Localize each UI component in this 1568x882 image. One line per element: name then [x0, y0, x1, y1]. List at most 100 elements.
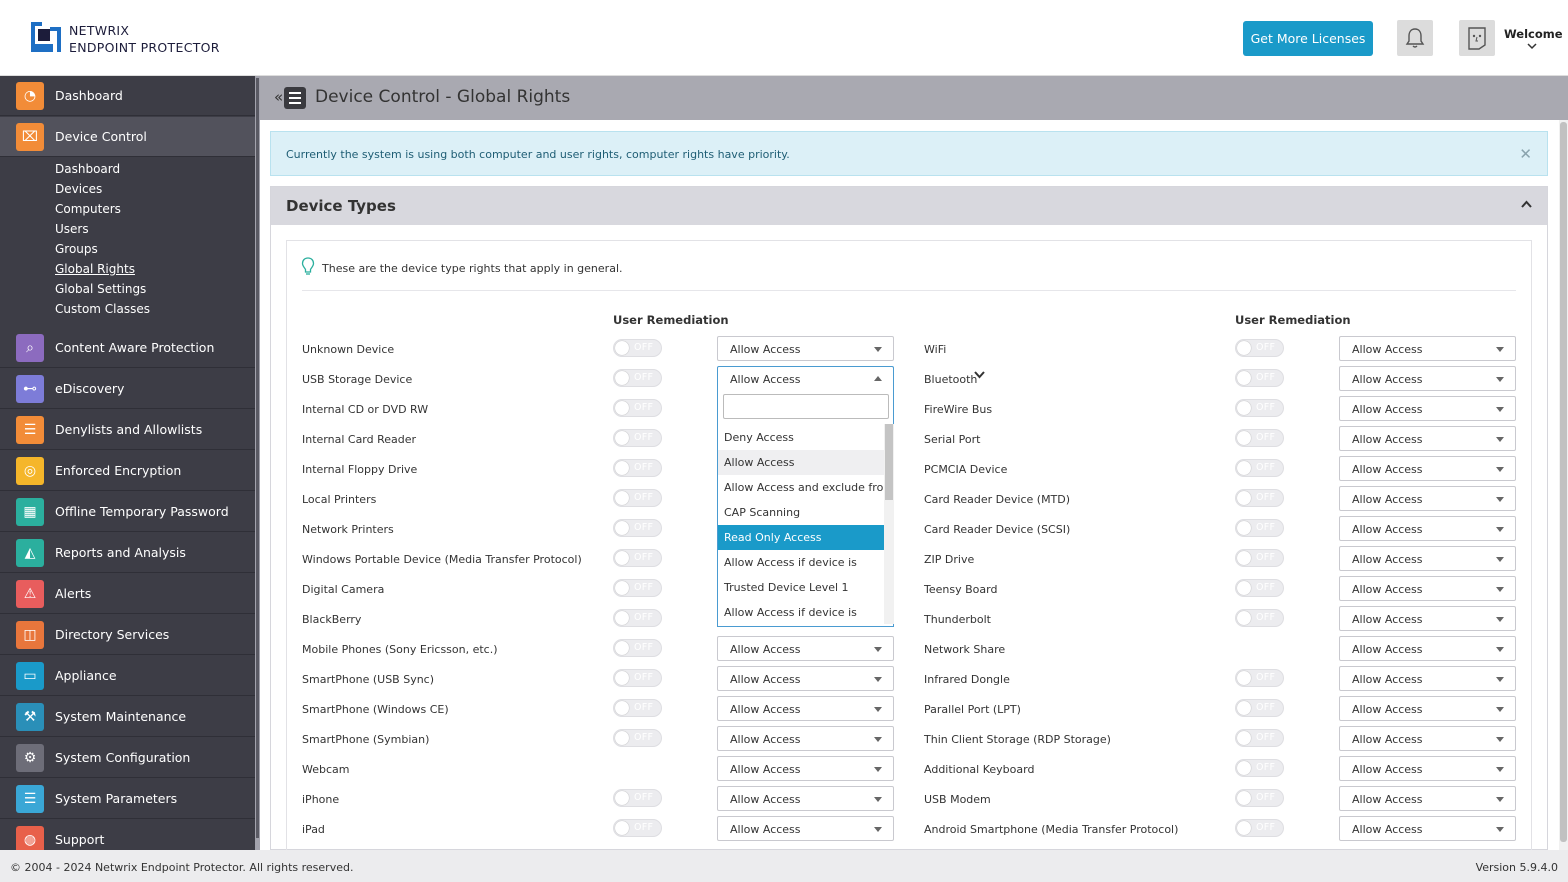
remediation-toggle[interactable]: OFF [613, 459, 662, 477]
access-select[interactable]: Allow Access [1339, 336, 1516, 361]
access-select[interactable]: Allow Access [717, 816, 894, 841]
remediation-toggle[interactable]: OFF [1235, 579, 1284, 597]
access-select[interactable]: Allow Access [1339, 366, 1516, 391]
dropdown-scrollbar-thumb[interactable] [885, 424, 893, 500]
sidebar-item-enforced-encryption[interactable]: ◎ Enforced Encryption [0, 451, 255, 491]
access-select[interactable]: Allow Access [1339, 426, 1516, 451]
access-select[interactable]: Allow Access [717, 756, 894, 781]
access-select[interactable]: Allow Access [1339, 756, 1516, 781]
menu-icon[interactable] [284, 87, 306, 109]
access-select[interactable]: Allow Access [717, 366, 894, 391]
dropdown-option[interactable]: Deny Access [718, 425, 884, 450]
remediation-toggle[interactable]: OFF [1235, 699, 1284, 717]
remediation-toggle[interactable]: OFF [1235, 789, 1284, 807]
notifications-button[interactable] [1397, 20, 1433, 56]
remediation-toggle[interactable]: OFF [1235, 489, 1284, 507]
submenu-item-computers[interactable]: Computers [55, 202, 121, 216]
submenu-item-custom-classes[interactable]: Custom Classes [55, 302, 150, 316]
access-select[interactable]: Allow Access [1339, 486, 1516, 511]
sidebar-item-denylists-and-allowlists[interactable]: ☰ Denylists and Allowlists [0, 410, 255, 450]
remediation-toggle[interactable]: OFF [1235, 729, 1284, 747]
remediation-toggle[interactable]: OFF [613, 339, 662, 357]
dropdown-option[interactable]: Allow Access if device is [718, 600, 884, 625]
remediation-toggle[interactable]: OFF [613, 669, 662, 687]
remediation-toggle[interactable]: OFF [613, 639, 662, 657]
submenu-item-dashboard[interactable]: Dashboard [55, 162, 120, 176]
remediation-toggle[interactable]: OFF [1235, 369, 1284, 387]
access-select[interactable]: Allow Access [1339, 396, 1516, 421]
user-avatar[interactable] [1459, 20, 1495, 56]
submenu-item-users[interactable]: Users [55, 222, 89, 236]
access-select[interactable]: Allow Access [1339, 726, 1516, 751]
remediation-toggle[interactable]: OFF [613, 369, 662, 387]
remediation-toggle[interactable]: OFF [1235, 609, 1284, 627]
sidebar-item-system-configuration[interactable]: ⚙ System Configuration [0, 738, 255, 778]
remediation-toggle[interactable]: OFF [1235, 819, 1284, 837]
remediation-toggle[interactable]: OFF [613, 429, 662, 447]
sidebar-item-system-maintenance[interactable]: ⚒ System Maintenance [0, 697, 255, 737]
remediation-toggle[interactable]: OFF [613, 789, 662, 807]
remediation-toggle[interactable]: OFF [1235, 339, 1284, 357]
remediation-toggle[interactable]: OFF [1235, 519, 1284, 537]
collapse-sidebar-icon[interactable]: « [274, 88, 283, 106]
sidebar-item-offline-temporary-password[interactable]: ▦ Offline Temporary Password [0, 492, 255, 532]
submenu-item-groups[interactable]: Groups [55, 242, 98, 256]
access-select[interactable]: Allow Access [1339, 696, 1516, 721]
sidebar-item-alerts[interactable]: ⚠ Alerts [0, 574, 255, 614]
access-select[interactable]: Allow Access [1339, 546, 1516, 571]
access-select[interactable]: Allow Access [1339, 786, 1516, 811]
chevron-down-icon[interactable] [974, 371, 985, 382]
access-select[interactable]: Allow Access [1339, 516, 1516, 541]
dropdown-option[interactable]: Allow Access [718, 450, 884, 475]
chevron-up-icon[interactable] [1521, 200, 1532, 208]
welcome-menu[interactable]: Welcome [1504, 27, 1563, 41]
remediation-toggle[interactable]: OFF [1235, 399, 1284, 417]
access-select[interactable]: Allow Access [1339, 576, 1516, 601]
close-icon[interactable]: ✕ [1519, 145, 1532, 163]
dropdown-option[interactable]: CAP Scanning [718, 500, 884, 525]
dropdown-search-input[interactable] [723, 394, 889, 419]
access-select[interactable]: Allow Access [717, 696, 894, 721]
sidebar-item-device-control[interactable]: ⌧ Device Control [0, 117, 255, 157]
dropdown-option[interactable]: Trusted Device Level 1 [718, 575, 884, 600]
sidebar-item-appliance[interactable]: ▭ Appliance [0, 656, 255, 696]
access-select[interactable]: Allow Access [1339, 666, 1516, 691]
dropdown-option[interactable]: Allow Access if device is [718, 550, 884, 575]
remediation-toggle[interactable]: OFF [1235, 669, 1284, 687]
submenu-item-global-settings[interactable]: Global Settings [55, 282, 146, 296]
chevron-down-icon[interactable] [1527, 43, 1537, 50]
access-select[interactable]: Allow Access [717, 786, 894, 811]
remediation-toggle[interactable]: OFF [613, 519, 662, 537]
sidebar-scrollbar-thumb[interactable] [256, 78, 259, 838]
remediation-toggle[interactable]: OFF [613, 729, 662, 747]
sidebar-item-ediscovery[interactable]: ⊷ eDiscovery [0, 369, 255, 409]
access-select[interactable]: Allow Access [717, 336, 894, 361]
remediation-toggle[interactable]: OFF [613, 579, 662, 597]
dropdown-option[interactable]: Allow Access and exclude from [718, 475, 884, 500]
get-more-licenses-button[interactable]: Get More Licenses [1243, 21, 1373, 56]
access-select[interactable]: Allow Access [717, 636, 894, 661]
access-select[interactable]: Allow Access [1339, 606, 1516, 631]
access-select[interactable]: Allow Access [717, 726, 894, 751]
sidebar-item-dashboard[interactable]: ◔ Dashboard [0, 76, 255, 116]
access-select[interactable]: Allow Access [1339, 816, 1516, 841]
remediation-toggle[interactable]: OFF [613, 609, 662, 627]
access-select[interactable]: Allow Access [717, 666, 894, 691]
remediation-toggle[interactable]: OFF [1235, 759, 1284, 777]
panel-header[interactable]: Device Types [271, 187, 1547, 225]
remediation-toggle[interactable]: OFF [1235, 459, 1284, 477]
sidebar-item-reports-and-analysis[interactable]: ◭ Reports and Analysis [0, 533, 255, 573]
access-select[interactable]: Allow Access [1339, 636, 1516, 661]
submenu-item-devices[interactable]: Devices [55, 182, 102, 196]
access-select[interactable]: Allow Access [1339, 456, 1516, 481]
remediation-toggle[interactable]: OFF [1235, 549, 1284, 567]
remediation-toggle[interactable]: OFF [613, 489, 662, 507]
remediation-toggle[interactable]: OFF [613, 819, 662, 837]
remediation-toggle[interactable]: OFF [1235, 429, 1284, 447]
sidebar-item-content-aware-protection[interactable]: ⌕ Content Aware Protection [0, 328, 255, 368]
remediation-toggle[interactable]: OFF [613, 699, 662, 717]
sidebar-item-directory-services[interactable]: ◫ Directory Services [0, 615, 255, 655]
sidebar-item-system-parameters[interactable]: ☰ System Parameters [0, 779, 255, 819]
submenu-item-global-rights[interactable]: Global Rights [55, 262, 135, 276]
dropdown-option[interactable]: Read Only Access [718, 525, 884, 550]
